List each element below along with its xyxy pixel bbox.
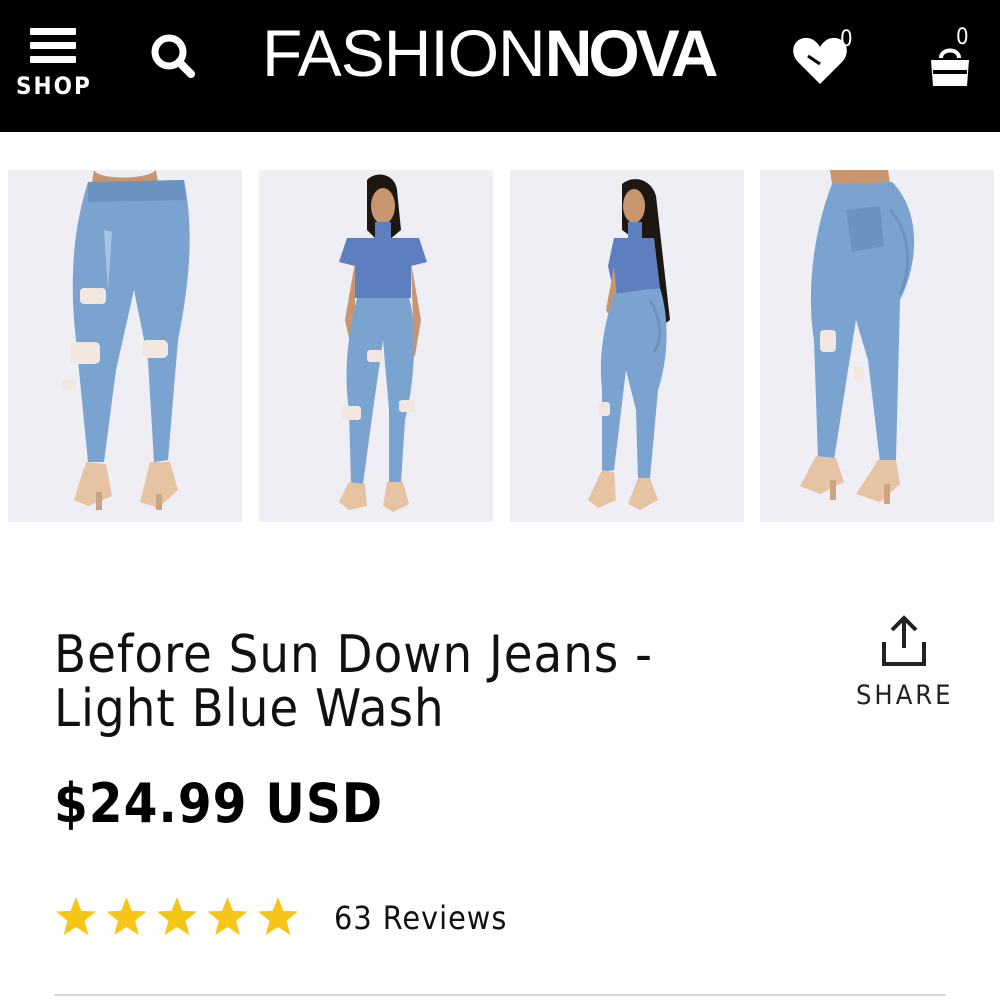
share-button[interactable]: SHARE [856,612,952,716]
reviews-count-link[interactable]: 63 Reviews [334,898,507,938]
share-icon [882,615,926,666]
logo-text-nova: NOVA [544,16,719,90]
star-icon [207,897,248,935]
product-thumbnail-front-closeup[interactable] [8,170,242,522]
model-side-full-image [510,170,744,522]
section-divider [54,994,946,996]
product-title-block: Before Sun Down Jeans - Light Blue Wash [54,628,774,736]
jeans-front-closeup-image [8,170,242,522]
product-thumbnail-back-closeup[interactable] [760,170,994,522]
star-rating [56,897,298,935]
logo-text-fashion: FASHION [262,16,546,90]
wishlist-count: 0 [840,27,853,52]
wishlist-button[interactable]: 0 [790,26,860,86]
share-label: SHARE [856,680,954,711]
product-thumbnail-front-full[interactable] [259,170,493,522]
product-title: Before Sun Down Jeans - Light Blue Wash [54,625,653,739]
product-price: $24.99 USD [54,772,384,835]
model-front-full-image [259,170,493,522]
star-icon [106,897,147,935]
cart-count: 0 [956,25,969,50]
shop-label: SHOP [16,72,92,100]
product-image-gallery [0,170,1000,522]
hamburger-menu-icon [30,28,76,64]
product-thumbnail-side-full[interactable] [510,170,744,522]
search-icon [151,34,195,78]
star-icon [157,897,197,935]
star-icon [258,897,298,935]
jeans-back-closeup-image [760,170,994,522]
cart-button[interactable]: 0 [922,26,982,92]
fashion-nova-logo[interactable]: FASHIONNOVA [262,16,719,90]
star-icon [56,897,96,935]
shop-menu-button[interactable]: SHOP [16,22,90,108]
search-button[interactable] [145,28,201,84]
top-nav-bar: SHOP FASHIONNOVA 0 0 [0,0,1000,132]
